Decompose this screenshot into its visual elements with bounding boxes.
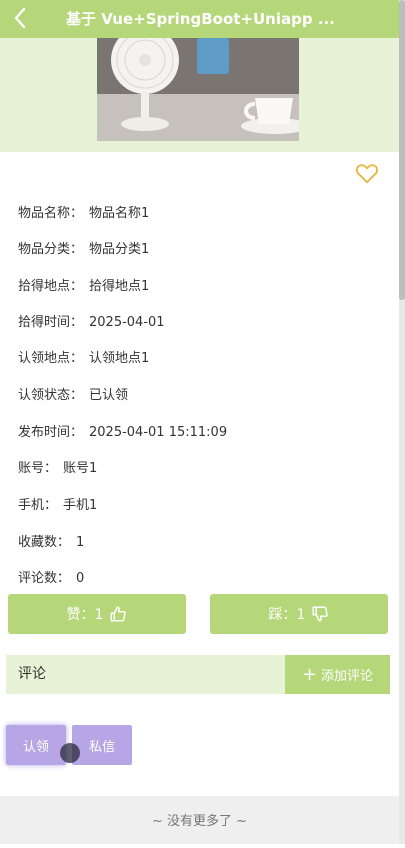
no-more-text: ~ 没有更多了 ~ xyxy=(151,814,248,829)
detail-label: 认领地点： xyxy=(18,351,84,366)
detail-label: 物品分类： xyxy=(18,242,84,257)
detail-value: 2025-04-01 15:11:09 xyxy=(89,425,228,440)
detail-label: 拾得地点： xyxy=(18,279,84,294)
heart-icon xyxy=(355,164,379,184)
detail-value: 账号1 xyxy=(63,461,98,476)
detail-item-category: 物品分类： 物品分类1 xyxy=(18,238,149,258)
favorite-button[interactable] xyxy=(354,160,380,186)
detail-label: 物品名称： xyxy=(18,206,84,221)
plus-icon: + xyxy=(301,663,318,685)
detail-value: 拾得地点1 xyxy=(89,279,150,294)
comment-section-header: 评论 + 添加评论 xyxy=(6,655,390,694)
claim-label: 认领 xyxy=(22,739,49,755)
detail-label: 收藏数： xyxy=(18,535,71,550)
detail-label: 认领状态： xyxy=(18,388,84,403)
detail-label: 拾得时间： xyxy=(18,315,84,330)
scrollbar-thumb[interactable] xyxy=(399,0,405,300)
dislike-label: 踩：1 xyxy=(268,607,306,623)
hero-banner xyxy=(0,38,399,152)
claim-button[interactable]: 认领 xyxy=(6,725,66,765)
detail-phone: 手机： 手机1 xyxy=(18,494,97,514)
detail-claim-place: 认领地点： 认领地点1 xyxy=(18,347,149,367)
detail-value: 已认领 xyxy=(89,388,129,403)
nav-bar: 基于 Vue+SpringBoot+Uniapp ... xyxy=(0,0,399,38)
detail-label: 发布时间： xyxy=(18,425,84,440)
no-more-footer: ~ 没有更多了 ~ xyxy=(0,796,399,844)
back-button[interactable] xyxy=(6,4,34,32)
detail-item-name: 物品名称： 物品名称1 xyxy=(18,202,149,222)
comment-section-title: 评论 xyxy=(18,666,46,682)
like-button[interactable]: 赞：1 xyxy=(8,594,186,634)
detail-value: 0 xyxy=(76,571,85,586)
detail-value: 认领地点1 xyxy=(89,351,150,366)
chevron-left-icon xyxy=(14,7,26,29)
add-comment-button[interactable]: + 添加评论 xyxy=(285,655,390,694)
detail-publish-time: 发布时间： 2025-04-01 15:11:09 xyxy=(18,421,227,441)
dislike-button[interactable]: 踩：1 xyxy=(210,594,388,634)
page-title: 基于 Vue+SpringBoot+Uniapp ... xyxy=(66,10,335,28)
detail-claim-status: 认领状态： 已认领 xyxy=(18,384,128,404)
detail-value: 物品分类1 xyxy=(89,242,150,257)
detail-value: 1 xyxy=(76,535,85,550)
detail-account: 账号： 账号1 xyxy=(18,457,97,477)
detail-favorites: 收藏数： 1 xyxy=(18,531,84,551)
item-photo[interactable] xyxy=(97,38,299,141)
item-photo-image xyxy=(97,38,299,141)
detail-label: 评论数： xyxy=(18,571,71,586)
thumbs-up-icon xyxy=(110,606,127,622)
like-label: 赞：1 xyxy=(66,607,104,623)
detail-value: 物品名称1 xyxy=(89,206,150,221)
thumbs-down-icon xyxy=(312,606,329,622)
private-message-label: 私信 xyxy=(88,739,115,755)
add-comment-label: 添加评论 xyxy=(321,669,374,684)
detail-comments: 评论数： 0 xyxy=(18,567,84,587)
touch-cursor-indicator xyxy=(60,743,80,763)
detail-found-time: 拾得时间： 2025-04-01 xyxy=(18,311,165,331)
detail-value: 手机1 xyxy=(63,498,98,513)
detail-value: 2025-04-01 xyxy=(89,315,165,330)
detail-found-place: 拾得地点： 拾得地点1 xyxy=(18,275,149,295)
private-message-button[interactable]: 私信 xyxy=(72,725,132,765)
detail-label: 手机： xyxy=(18,498,58,513)
detail-label: 账号： xyxy=(18,461,58,476)
